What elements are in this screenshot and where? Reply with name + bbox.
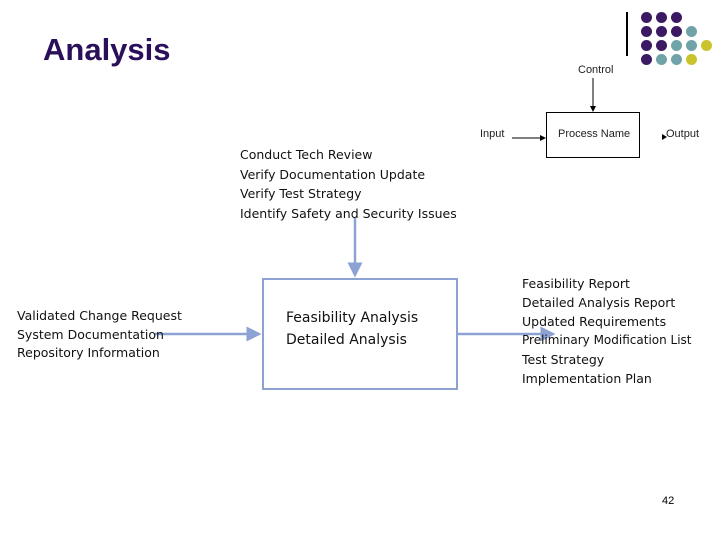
process-item: Feasibility Analysis [286, 310, 419, 326]
inputs-list: Validated Change Request System Document… [17, 307, 182, 363]
output-item: Test Strategy [522, 352, 605, 367]
process-item: Detailed Analysis [286, 332, 407, 348]
control-item: Verify Test Strategy [240, 186, 362, 201]
outputs-list: Feasibility Report Detailed Analysis Rep… [522, 274, 692, 388]
control-item: Conduct Tech Review [240, 147, 373, 162]
process-list: Feasibility Analysis Detailed Analysis [286, 307, 418, 351]
input-item: Repository Information [17, 345, 160, 360]
legend-arrows [155, 78, 667, 342]
output-item: Preliminary Modification List [522, 333, 692, 347]
output-item: Updated Requirements [522, 314, 667, 329]
output-item: Implementation Plan [522, 371, 652, 386]
input-item: Validated Change Request [17, 308, 182, 323]
input-item: System Documentation [17, 326, 164, 342]
controls-list: Conduct Tech Review Verify Documentation… [240, 145, 457, 223]
output-item: Feasibility Report [522, 276, 630, 291]
page-number: 42 [662, 495, 675, 507]
legend-output-arrow [662, 134, 667, 140]
output-item: Detailed Analysis Report [522, 295, 676, 310]
control-item: Identify Safety and Security Issues [240, 205, 457, 221]
control-item: Verify Documentation Update [240, 166, 426, 182]
